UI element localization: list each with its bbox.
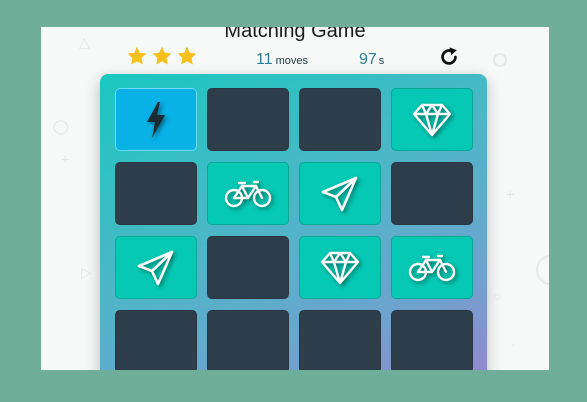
restart-icon [441, 47, 457, 65]
card-matched[interactable] [391, 236, 473, 299]
card-closed[interactable] [115, 310, 197, 370]
card-closed[interactable] [207, 236, 289, 299]
decor-plus-icon: + [61, 151, 70, 167]
card-matched[interactable] [115, 236, 197, 299]
card-matched[interactable] [299, 162, 381, 225]
timer-unit: s [378, 55, 385, 67]
card-closed[interactable] [299, 88, 381, 151]
card-closed[interactable] [391, 162, 473, 225]
card-matched[interactable] [207, 162, 289, 225]
decor-triangle-icon: ▷ [81, 264, 92, 280]
star-icon [176, 45, 198, 72]
card-matched[interactable] [299, 236, 381, 299]
timer-value: 97 [359, 51, 377, 68]
restart-button[interactable] [438, 46, 460, 68]
decor-ring-icon: ○ [493, 288, 502, 304]
timer: 97 s [359, 51, 384, 69]
card-open[interactable] [115, 88, 197, 151]
bicycle-icon [224, 178, 272, 210]
game-viewport: △ ◯ + ▷ + ○ · Matching Game 11 moves 97 s [41, 27, 549, 370]
card-closed[interactable] [207, 88, 289, 151]
decor-ring-icon: ◯ [53, 118, 69, 134]
decor-dot-icon: · [511, 336, 516, 352]
card-closed[interactable] [391, 310, 473, 370]
decor-circle [493, 53, 507, 67]
paper-plane-icon [320, 174, 360, 214]
page-title: Matching Game [224, 27, 366, 42]
moves-label: moves [275, 55, 309, 67]
decor-circle [536, 255, 549, 285]
star-rating [126, 45, 198, 72]
card-closed[interactable] [115, 162, 197, 225]
star-icon [151, 45, 173, 72]
moves-counter: 11 moves [256, 51, 308, 69]
diamond-icon [411, 101, 453, 139]
card-matched[interactable] [391, 88, 473, 151]
moves-count: 11 [256, 51, 273, 68]
card-deck [100, 74, 487, 370]
star-icon [126, 45, 148, 72]
diamond-icon [319, 249, 361, 287]
card-closed[interactable] [207, 310, 289, 370]
bicycle-icon [408, 252, 456, 284]
card-closed[interactable] [299, 310, 381, 370]
decor-plus-icon: + [506, 186, 515, 202]
bolt-icon [144, 100, 168, 140]
paper-plane-icon [136, 248, 176, 288]
